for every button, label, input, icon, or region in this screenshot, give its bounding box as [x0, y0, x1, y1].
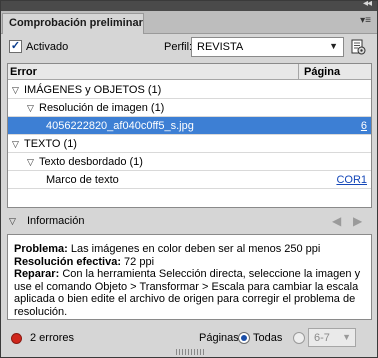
info-box: Problema: Las imágenes en color deben se…	[7, 234, 372, 320]
disclosure-triangle-icon[interactable]: ▽	[12, 85, 19, 96]
define-profiles-icon[interactable]	[350, 39, 366, 55]
list-item[interactable]: ▽ Texto desbordado (1)	[8, 153, 371, 171]
problem-text: Las imágenes en color deben ser al menos…	[70, 243, 321, 255]
perfil-label: Perfil:	[164, 41, 193, 53]
info-label: Información	[27, 215, 85, 227]
resolution-label: Resolución efectiva:	[14, 255, 121, 268]
error-count[interactable]: 2 errores	[30, 332, 74, 344]
problem-line: Problema: Las imágenes en color deben se…	[14, 243, 366, 256]
radio-range[interactable]	[293, 332, 305, 344]
status-bar: 2 errores Páginas: Todas 6-7 ▼	[1, 326, 377, 348]
page-range-select[interactable]: 6-7 ▼	[308, 328, 356, 347]
list-item-label: Resolución de imagen (1)	[39, 102, 165, 114]
panel-top-strip: ◂◂	[1, 0, 377, 11]
activado-label: Activado	[26, 41, 69, 53]
column-header-error[interactable]: Error	[10, 66, 37, 78]
preflight-panel: ◂◂ Comprobación preliminar ▾≡ ✓ Activado…	[0, 0, 378, 358]
panel-menu-icon[interactable]: ▾≡	[360, 15, 371, 26]
resolution-text: 72 ppi	[124, 255, 155, 268]
tab-preflight[interactable]: Comprobación preliminar	[2, 13, 144, 34]
error-list: Error Página ▽ IMÁGENES y OBJETOS (1) ▽ …	[7, 63, 372, 208]
resize-grip-icon[interactable]	[176, 349, 204, 355]
list-item-label: TEXTO (1)	[24, 138, 77, 150]
fix-line: Reparar: Con la herramienta Selección di…	[14, 268, 366, 318]
problem-label: Problema:	[14, 243, 68, 255]
column-header-pagina[interactable]: Página	[304, 66, 340, 78]
info-section-header: ▽ Información ◀ ▶	[1, 211, 377, 231]
fix-text: Con la herramienta Selección directa, se…	[14, 268, 361, 318]
list-item[interactable]: 4056222820_af040c0ff5_s.jpg 6	[8, 117, 371, 135]
list-item-label: Texto desbordado (1)	[39, 156, 143, 168]
perfil-value: REVISTA	[197, 41, 244, 53]
activado-checkbox[interactable]: ✓	[9, 40, 22, 53]
pages-label: Páginas:	[199, 332, 242, 344]
list-item[interactable]: ▽ Resolución de imagen (1)	[8, 99, 371, 117]
panel-tab-bar: Comprobación preliminar ▾≡	[1, 11, 377, 34]
page-link[interactable]: 6	[361, 120, 367, 132]
disclosure-triangle-icon[interactable]: ▽	[9, 216, 16, 227]
next-arrow-icon[interactable]: ▶	[353, 214, 362, 228]
list-item[interactable]: ▽ IMÁGENES y OBJETOS (1)	[8, 81, 371, 99]
chevron-down-icon: ▼	[342, 332, 351, 342]
previous-arrow-icon[interactable]: ◀	[332, 214, 341, 228]
todas-label: Todas	[253, 332, 283, 344]
collapse-panel-icon[interactable]: ◂◂	[363, 0, 372, 9]
resolution-line: Resolución efectiva: 72 ppi	[14, 256, 366, 269]
list-item-label: Marco de texto	[46, 174, 119, 186]
fix-label: Reparar:	[14, 268, 60, 280]
disclosure-triangle-icon[interactable]: ▽	[12, 139, 19, 150]
list-item-label: IMÁGENES y OBJETOS (1)	[24, 84, 162, 96]
disclosure-triangle-icon[interactable]: ▽	[27, 103, 34, 114]
list-item-label: 4056222820_af040c0ff5_s.jpg	[46, 120, 194, 132]
error-status-icon	[11, 333, 22, 344]
page-link[interactable]: COR1	[336, 174, 367, 186]
column-divider	[298, 64, 299, 80]
chevron-down-icon: ▼	[329, 41, 338, 51]
options-row: ✓ Activado Perfil: REVISTA ▼	[1, 36, 377, 60]
radio-todas[interactable]	[238, 332, 250, 344]
list-header: Error Página	[8, 64, 371, 80]
list-item[interactable]: Marco de texto COR1	[8, 171, 371, 189]
page-range-value: 6-7	[314, 332, 330, 344]
perfil-select[interactable]: REVISTA ▼	[191, 37, 344, 57]
disclosure-triangle-icon[interactable]: ▽	[27, 157, 34, 168]
list-item[interactable]: ▽ TEXTO (1)	[8, 135, 371, 153]
